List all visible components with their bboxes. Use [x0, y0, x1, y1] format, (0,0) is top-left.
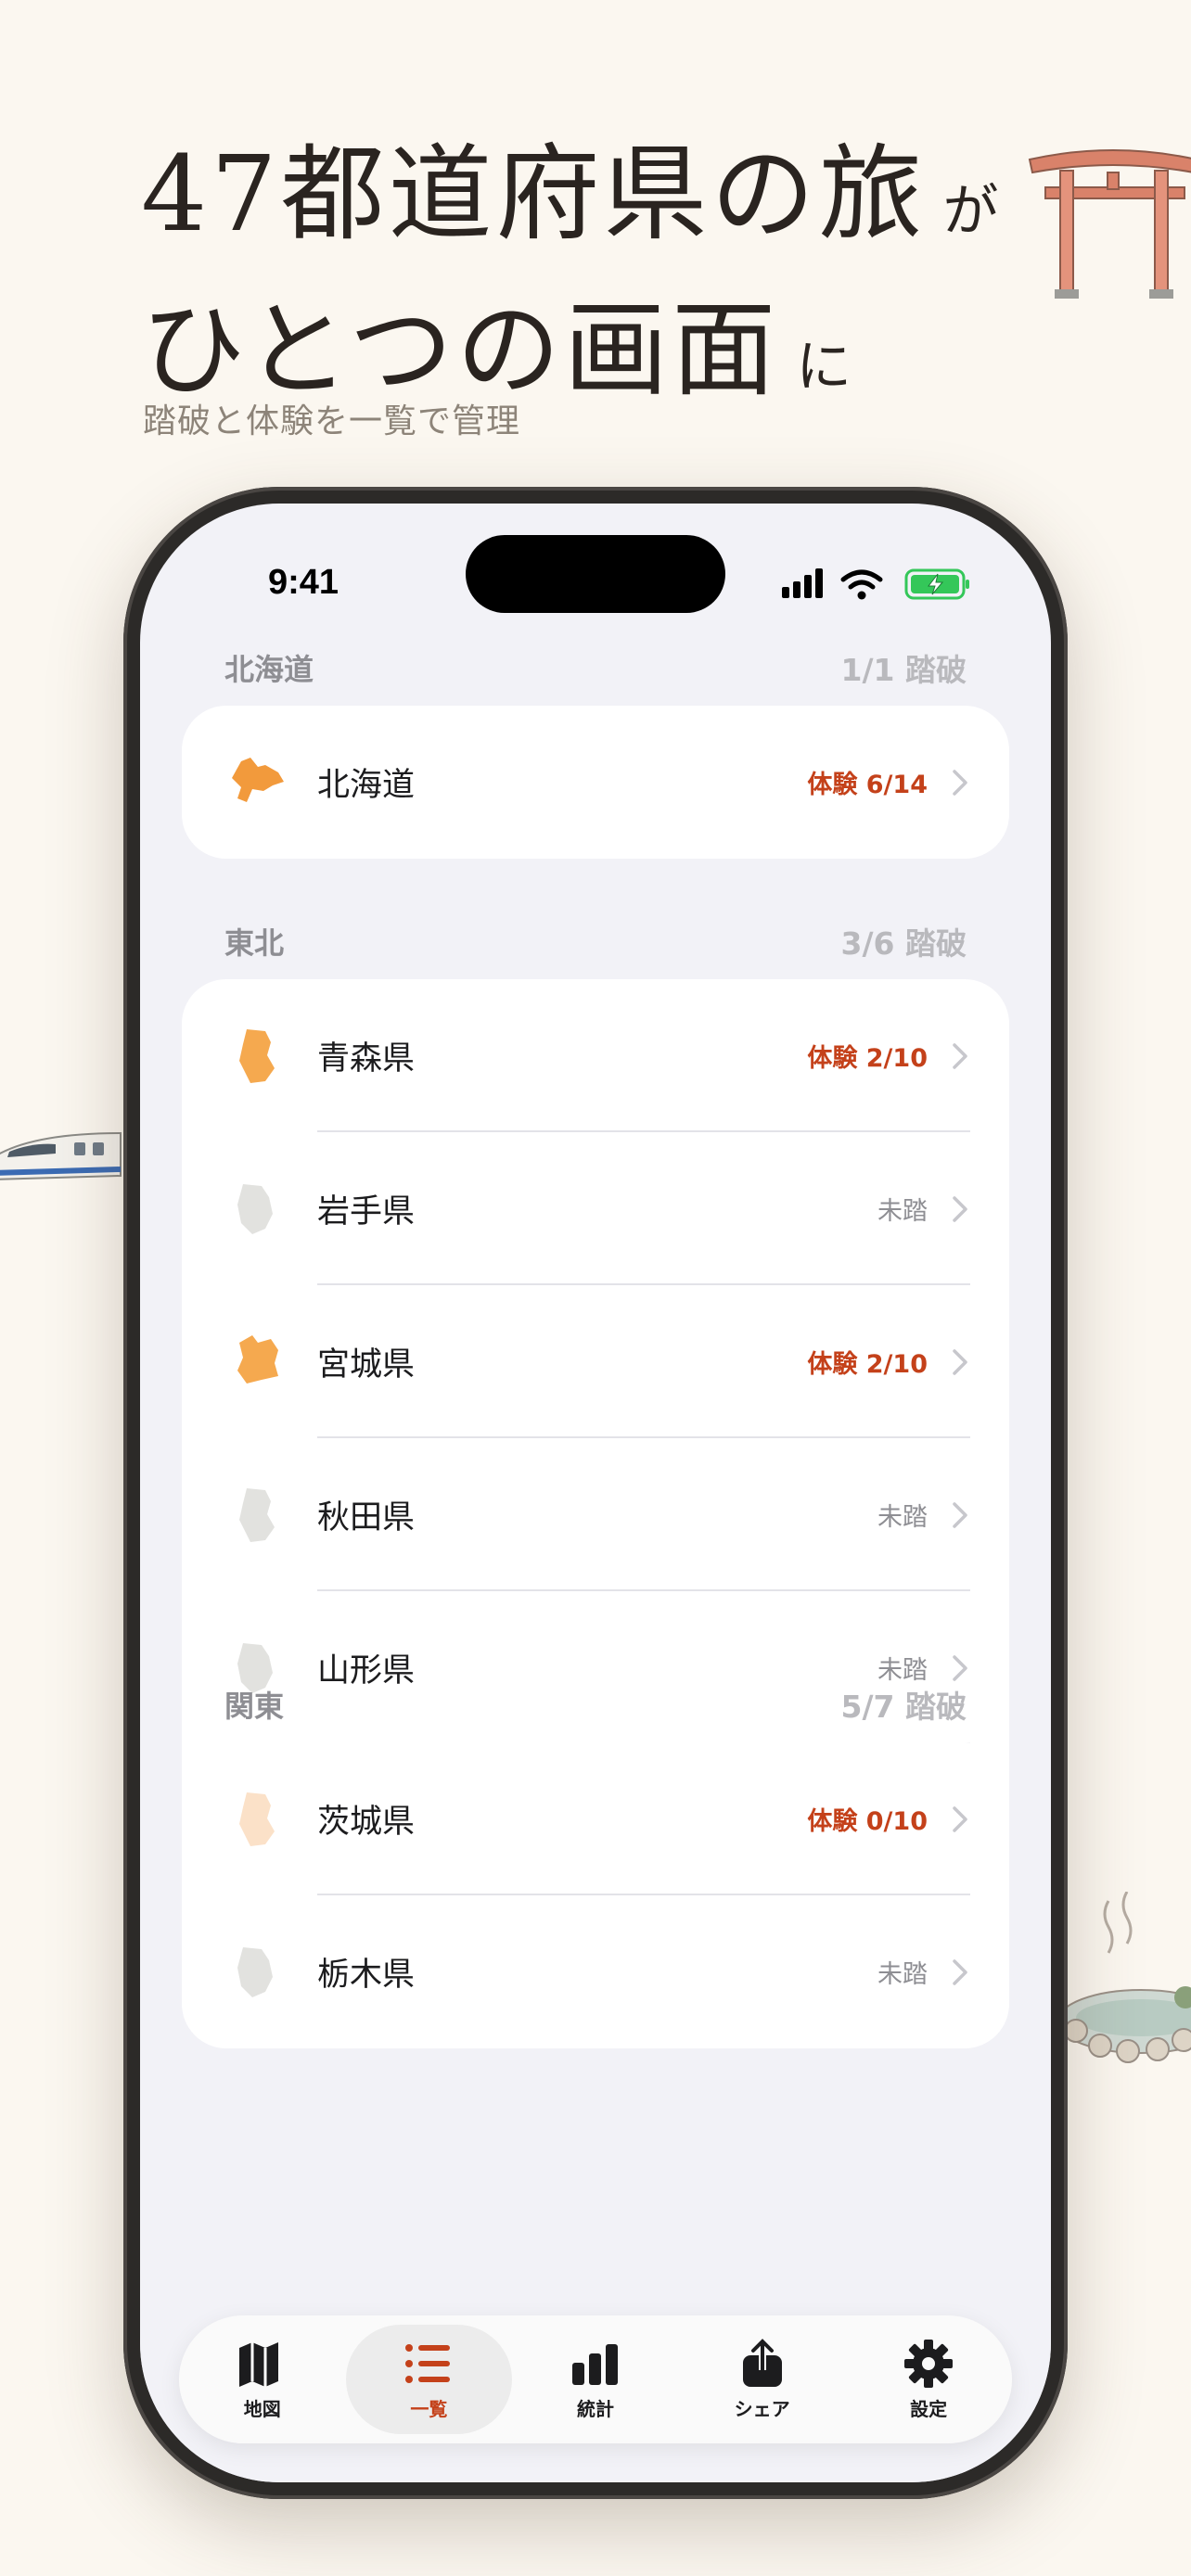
chevron-right-icon	[953, 1348, 967, 1375]
tab-label: 地図	[243, 2397, 281, 2420]
tab-chart[interactable]: 統計	[512, 2325, 679, 2434]
tab-label: シェア	[734, 2397, 790, 2420]
prefecture-status: 未踏	[877, 1960, 928, 1989]
headline: 47都道府県の旅が ひとつの画面に	[141, 125, 999, 437]
prefecture-map-icon	[239, 1487, 275, 1542]
section-header: 北海道 1/1 踏破	[224, 644, 967, 691]
tab-label: 統計	[576, 2397, 614, 2420]
prefecture-status: 体験 2/10	[807, 1044, 928, 1073]
torii-illustration	[1028, 149, 1191, 299]
phone-frame: 9:41 北海道 1/1 踏破 北海道 体験 6/14 東北 3/6 踏破 青森…	[123, 487, 1068, 2499]
headline-line2-particle: に	[796, 335, 852, 400]
prefecture-map-icon	[237, 1334, 278, 1384]
section-card: 茨城県 体験 0/10 栃木県 未踏	[182, 1742, 1009, 2048]
map-icon	[238, 2341, 278, 2387]
prefecture-row[interactable]: 茨城県 体験 0/10	[182, 1742, 1009, 1895]
tab-map[interactable]: 地図	[179, 2325, 346, 2434]
phone-screen: 9:41 北海道 1/1 踏破 北海道 体験 6/14 東北 3/6 踏破 青森…	[140, 504, 1051, 2482]
prefecture-row[interactable]: 岩手県 未踏	[182, 1132, 1009, 1285]
prefecture-name: 北海道	[317, 767, 416, 804]
prefecture-map-icon	[239, 1792, 275, 1846]
headline-line2-main: ひとつの画面	[141, 290, 780, 411]
section-header: 東北 3/6 踏破	[224, 918, 967, 964]
headline-line1-particle: が	[942, 179, 999, 244]
prefecture-row[interactable]: 北海道 体験 6/14	[182, 706, 1009, 859]
section-count: 3/6 踏破	[840, 925, 967, 962]
section-count: 5/7 踏破	[840, 1689, 967, 1725]
prefecture-name: 栃木県	[317, 1957, 416, 1994]
prefecture-status: 体験 6/14	[807, 771, 928, 799]
tab-label: 設定	[910, 2397, 948, 2420]
chevron-right-icon	[953, 1042, 967, 1069]
prefecture-name: 茨城県	[317, 1804, 416, 1841]
prefecture-status: 体験 0/10	[807, 1807, 928, 1836]
prefecture-row[interactable]: 宮城県 体験 2/10	[182, 1285, 1009, 1438]
share-icon	[742, 2338, 782, 2387]
prefecture-list[interactable]: 北海道 1/1 踏破 北海道 体験 6/14 東北 3/6 踏破 青森県 体験 2/…	[140, 504, 1051, 2482]
chevron-right-icon	[953, 769, 967, 796]
prefecture-status: 未踏	[877, 1197, 928, 1226]
prefecture-row[interactable]: 秋田県 未踏	[182, 1438, 1009, 1591]
chevron-right-icon	[953, 1654, 967, 1681]
chevron-right-icon	[953, 1958, 967, 1985]
section-title: 東北	[224, 925, 285, 961]
prefecture-map-icon	[232, 757, 284, 802]
tab-bar: 地図 一覧 統計 シェア 設定	[179, 2315, 1012, 2443]
prefecture-name: 宮城県	[317, 1346, 416, 1384]
prefecture-name: 岩手県	[317, 1193, 416, 1231]
headline-line-1: 47都道府県の旅が	[141, 125, 999, 281]
tab-share[interactable]: シェア	[679, 2325, 846, 2434]
chart-icon	[571, 2343, 618, 2385]
tab-list[interactable]: 一覧	[345, 2325, 513, 2434]
tab-label: 一覧	[410, 2397, 448, 2420]
chevron-right-icon	[953, 1501, 967, 1528]
onsen-illustration	[1057, 1892, 1191, 2063]
subtitle: 踏破と体験を一覧で管理	[143, 402, 521, 440]
prefecture-map-icon	[237, 1946, 273, 1997]
prefecture-map-icon	[239, 1028, 275, 1083]
list-icon	[405, 2343, 451, 2383]
shinkansen-illustration	[0, 1131, 122, 1180]
prefecture-row[interactable]: 青森県 体験 2/10	[182, 979, 1009, 1132]
section-count: 1/1 踏破	[840, 652, 967, 688]
headline-line1-main: 47都道府県の旅	[141, 134, 927, 255]
gear-icon	[904, 2339, 954, 2388]
chevron-right-icon	[953, 1195, 967, 1222]
section-title: 北海道	[224, 652, 314, 687]
tab-gear[interactable]: 設定	[845, 2325, 1012, 2434]
section-title: 関東	[224, 1689, 285, 1724]
prefecture-row[interactable]: 栃木県 未踏	[182, 1895, 1009, 2048]
prefecture-name: 秋田県	[317, 1499, 416, 1537]
section-header: 関東 5/7 踏破	[224, 1681, 967, 1728]
prefecture-status: 未踏	[877, 1503, 928, 1532]
prefecture-map-icon	[237, 1183, 273, 1234]
section-card: 北海道 体験 6/14	[182, 706, 1009, 859]
chevron-right-icon	[953, 1805, 967, 1832]
prefecture-name: 青森県	[317, 1040, 416, 1078]
prefecture-status: 体験 2/10	[807, 1350, 928, 1379]
